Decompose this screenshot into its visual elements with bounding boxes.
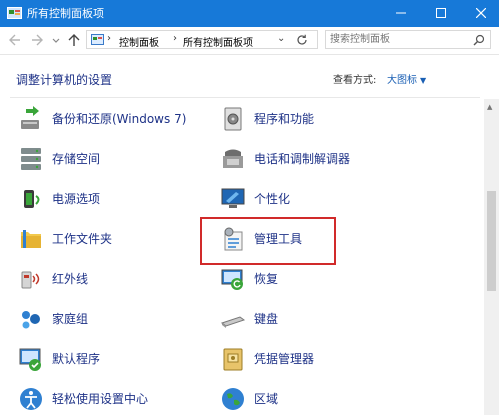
close-icon [476, 8, 486, 18]
content-header: 调整计算机的设置 查看方式: 大图标 ▼ [0, 55, 499, 100]
header-divider [10, 97, 480, 98]
scroll-up-icon[interactable]: ▲ [487, 103, 492, 111]
search-input[interactable] [330, 32, 468, 47]
item-label: 存储空间 [52, 152, 101, 166]
window-title: 所有控制面板项 [27, 7, 104, 20]
item-label: 个性化 [254, 192, 291, 206]
search-box[interactable] [325, 30, 491, 49]
title-bar: 所有控制面板项 [0, 0, 499, 27]
region-icon [222, 388, 244, 410]
item-label: 程序和功能 [254, 112, 315, 126]
view-by-dropdown[interactable]: 大图标 ▼ [387, 71, 426, 86]
highlight-box [200, 217, 336, 265]
homegroup-icon [22, 311, 40, 329]
address-bar-row: › 控制面板 › 所有控制面板项 ⌄ [0, 27, 499, 55]
minimize-icon [396, 12, 406, 14]
power-options-icon [24, 190, 40, 208]
credential-manager-icon [223, 348, 243, 371]
phone-modem-icon [223, 149, 243, 168]
caret-down-icon: ▼ [420, 76, 427, 85]
forward-button[interactable] [30, 32, 44, 48]
maximize-button[interactable] [425, 0, 457, 27]
minimize-button[interactable] [385, 0, 417, 27]
up-button[interactable] [67, 32, 81, 48]
item-label: 区域 [254, 392, 279, 406]
scrollbar-thumb[interactable] [487, 191, 496, 291]
ease-of-access-icon [20, 388, 42, 410]
back-button[interactable] [8, 32, 22, 48]
control-panel-app-icon [7, 7, 22, 19]
arrow-right-icon [32, 34, 43, 46]
item-label: 红外线 [52, 272, 89, 286]
address-dropdown-icon[interactable]: ⌄ [277, 33, 285, 44]
backup-restore-icon [21, 106, 39, 129]
maximize-icon [436, 8, 446, 18]
infrared-icon [21, 271, 40, 289]
breadcrumb-control-panel[interactable]: 控制面板 [119, 34, 159, 49]
item-label: 电源选项 [52, 192, 101, 206]
arrow-left-icon [9, 34, 20, 46]
address-box[interactable]: › 控制面板 › 所有控制面板项 ⌄ [86, 30, 318, 49]
search-icon[interactable] [473, 34, 485, 46]
work-folders-icon [21, 230, 41, 248]
item-label: 备份和还原(Windows 7) [52, 112, 187, 126]
view-by-value: 大图标 [387, 75, 417, 86]
default-programs-icon [19, 348, 41, 371]
storage-spaces-icon [21, 148, 41, 170]
programs-features-icon [224, 107, 242, 131]
item-label: 默认程序 [52, 352, 101, 366]
keyboard-icon [220, 316, 246, 328]
arrow-up-icon [68, 34, 80, 46]
close-button[interactable] [465, 0, 497, 27]
item-label: 工作文件夹 [52, 232, 113, 246]
item-label: 键盘 [254, 312, 279, 326]
item-label: 轻松使用设置中心 [52, 392, 149, 406]
chevron-down-icon [52, 38, 60, 43]
refresh-icon[interactable] [295, 33, 309, 47]
item-label: 凭据管理器 [254, 352, 315, 366]
recovery-icon [221, 269, 243, 290]
item-label: 恢复 [254, 272, 279, 286]
breadcrumb-separator: › [107, 33, 111, 44]
breadcrumb-separator: › [173, 33, 177, 44]
personalization-icon [221, 188, 245, 208]
view-by-label: 查看方式: [333, 75, 377, 86]
breadcrumb-all-items[interactable]: 所有控制面板项 [183, 34, 253, 49]
recent-locations-button[interactable] [51, 32, 65, 48]
item-label: 电话和调制解调器 [254, 152, 351, 166]
page-title: 调整计算机的设置 [16, 73, 113, 87]
vertical-scrollbar[interactable]: ▲ [484, 99, 499, 415]
control-panel-icon [91, 34, 104, 45]
item-label: 家庭组 [52, 312, 89, 326]
